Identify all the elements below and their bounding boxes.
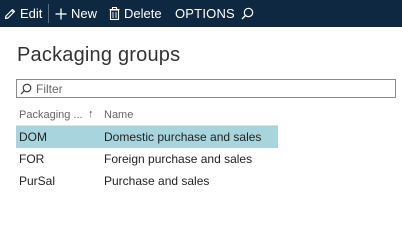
delete-label: Delete (124, 6, 162, 21)
action-pane: Edit New Delete OPTIONS (0, 0, 402, 27)
page-title: Packaging groups (17, 44, 181, 66)
delete-button[interactable]: Delete (109, 0, 162, 27)
table-row[interactable]: FOR Foreign purchase and sales (16, 148, 278, 170)
column-header-packaging-group[interactable]: Packaging ... ↑ (16, 108, 100, 121)
table-row[interactable]: DOM Domestic purchase and sales (16, 126, 278, 148)
edit-label: Edit (20, 6, 43, 21)
filter-input[interactable] (34, 81, 376, 96)
edit-button[interactable]: Edit (4, 0, 42, 27)
cell-name: Purchase and sales (104, 174, 210, 188)
options-button[interactable]: OPTIONS (175, 0, 235, 27)
sort-ascending-icon: ↑ (88, 108, 94, 120)
cell-packaging-group: FOR (19, 152, 45, 166)
cell-name: Domestic purchase and sales (104, 130, 262, 144)
cell-name: Foreign purchase and sales (104, 152, 253, 166)
options-label: OPTIONS (175, 6, 235, 21)
search-icon (241, 7, 254, 20)
grid-header: Packaging ... ↑ Name (16, 105, 278, 126)
plus-icon (55, 8, 67, 20)
pencil-icon (4, 8, 16, 20)
filter-box[interactable] (16, 79, 396, 98)
packaging-groups-grid: Packaging ... ↑ Name DOM Domestic purcha… (16, 105, 278, 192)
trash-icon (109, 7, 120, 20)
new-label: New (71, 6, 98, 21)
column-header-label: Name (104, 109, 134, 121)
search-icon (20, 83, 34, 95)
new-button[interactable]: New (55, 0, 97, 27)
cell-packaging-group: PurSal (19, 174, 56, 188)
column-header-label: Packaging ... (19, 109, 83, 121)
column-header-name[interactable]: Name (100, 109, 278, 121)
table-row[interactable]: PurSal Purchase and sales (16, 170, 278, 192)
toolbar-divider (48, 4, 49, 23)
cell-packaging-group: DOM (19, 130, 47, 144)
search-button[interactable] (241, 0, 258, 27)
